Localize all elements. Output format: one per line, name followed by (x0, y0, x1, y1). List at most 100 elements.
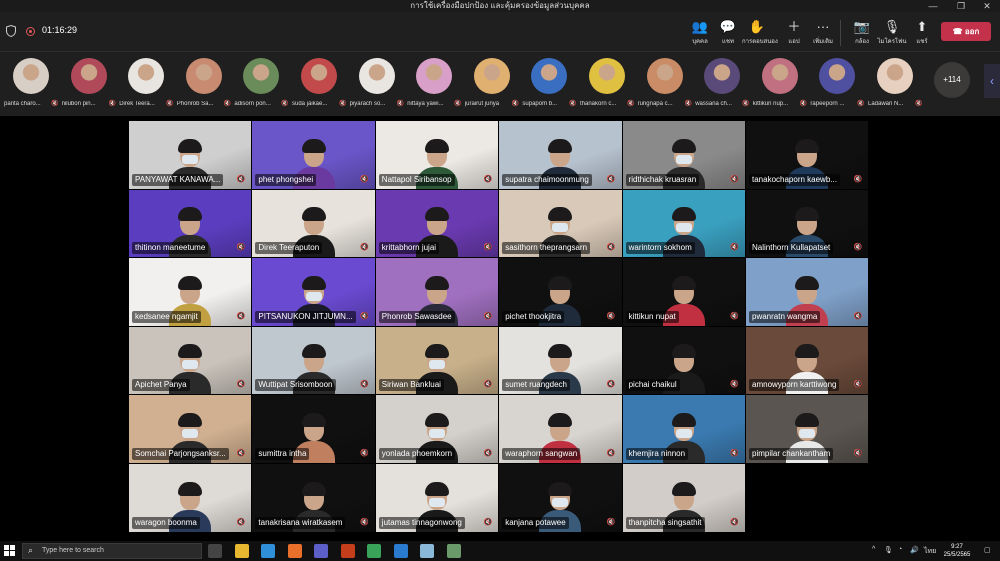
video-tile[interactable]: pichet thookjitra 🔇 (499, 258, 622, 326)
video-tile[interactable]: yonlada phoemkorn 🔇 (375, 395, 499, 463)
participant-avatar-item[interactable]: piyarach so... 🔇 (350, 58, 404, 114)
video-tile[interactable]: sumittra intha 🔇 (252, 395, 375, 463)
mic-muted-icon: 🔇 (799, 101, 808, 107)
toolbar-button-7[interactable]: ⬆ แชร์ (907, 18, 937, 48)
toolbar-button-3[interactable]: ＋ แอป (779, 18, 809, 48)
video-tile[interactable]: khemjira ninnon 🔇 (622, 395, 745, 463)
participant-avatar-item[interactable]: thanakorn c... 🔇 (580, 58, 634, 114)
windows-start-icon[interactable] (4, 545, 16, 557)
tray-mic-icon[interactable]: 🎙 (884, 546, 893, 554)
video-tile[interactable]: krittabhorn jujai 🔇 (375, 189, 499, 258)
video-tile[interactable]: Nattapol Siribansop 🔇 (375, 121, 499, 189)
video-tile[interactable]: kanjana potawee 🔇 (499, 464, 622, 532)
video-tile[interactable]: Direk Teeraputon 🔇 (252, 189, 375, 258)
video-tile[interactable]: Somchai Parjongsanksr... 🔇 (129, 395, 252, 463)
video-tile[interactable]: waraphorn sangwan 🔇 (499, 395, 622, 463)
notifications-icon[interactable]: ▢ (984, 546, 991, 554)
participant-avatar-item[interactable]: rapeeporn ... 🔇 (810, 58, 865, 114)
video-tile[interactable]: sumet ruangdech 🔇 (499, 326, 622, 395)
participant-name: Ladawan N... (868, 101, 904, 107)
video-tile[interactable]: amnowyporn karttiwong 🔇 (746, 326, 869, 395)
video-tile[interactable]: Apichet Panya 🔇 (129, 326, 252, 395)
participant-name-label: pimpilar chankantham (749, 447, 834, 460)
tray-chevron-icon[interactable]: ^ (872, 546, 875, 553)
video-tile[interactable]: warintorn sokhom 🔇 (622, 189, 745, 258)
video-tile[interactable]: sasithorn theprangsarn 🔇 (499, 189, 622, 258)
participant-avatar-item[interactable]: Direk Teera... 🔇 (119, 58, 174, 114)
toolbar-button-5[interactable]: 📷 กล้อง (847, 18, 877, 48)
participant-avatar-item[interactable]: Phonrob Sa... 🔇 (177, 58, 231, 114)
participant-avatar-item[interactable]: nilubon pin... 🔇 (62, 58, 116, 114)
tray-language[interactable]: ไทย (924, 546, 936, 557)
video-tile[interactable]: tanakochaporn kaewb... 🔇 (746, 121, 869, 189)
toolbar-button-1[interactable]: 💬 แชท (713, 18, 743, 48)
toolbar-button-4[interactable]: ··· เพิ่มเติม (808, 18, 838, 48)
more-participants-button[interactable]: +114 (934, 62, 970, 98)
leave-button[interactable]: ☎ ออก (941, 22, 991, 41)
toolbar-button-0[interactable]: 👥 บุคคล (685, 18, 715, 48)
video-tile[interactable]: phet phongshei 🔇 (252, 121, 375, 189)
minimize-button[interactable]: — (922, 0, 944, 12)
file-explorer-icon[interactable] (234, 544, 249, 558)
video-tile[interactable]: tanakrisana wiratkasem 🔇 (252, 464, 375, 532)
participant-name-label: PITSANUKON JITJUMN... (255, 310, 356, 323)
chevron-left-icon[interactable]: ‹ (984, 64, 1000, 98)
participant-name: Direk Teera... (119, 101, 155, 107)
video-tile[interactable]: pimpilar chankantham 🔇 (746, 395, 869, 463)
close-button[interactable]: ✕ (976, 0, 998, 12)
participant-avatar-item[interactable]: kittikun nup... 🔇 (753, 58, 807, 114)
participant-name-label: waragon boonma (132, 516, 200, 529)
window-title: การใช้เครื่องมือปกป้อง และคุ้มครองข้อมูล… (410, 1, 590, 10)
participant-avatar-item[interactable]: parita charo... 🔇 (4, 58, 58, 114)
tray-volume-icon[interactable]: 🔊 (910, 546, 919, 554)
participant-avatar-item[interactable]: Ladawan N... 🔇 (868, 58, 922, 114)
video-tile[interactable]: kedsanee ngamjit 🔇 (129, 258, 252, 326)
video-tile[interactable]: Siriwan Bankluai 🔇 (375, 326, 499, 395)
video-tile[interactable]: thanpitcha singsathit 🔇 (622, 464, 745, 532)
mic-muted-icon: 🔇 (396, 101, 405, 107)
mic-muted-icon: 🔇 (730, 381, 739, 389)
video-tile[interactable]: PITSANUKON JITJUMN... 🔇 (252, 258, 375, 326)
participant-avatar-item[interactable]: rungnapa c... 🔇 (638, 58, 692, 114)
video-tile[interactable]: pichai chaikul 🔇 (622, 326, 745, 395)
teams-icon[interactable] (314, 544, 328, 558)
video-tile[interactable]: kittikun nupat 🔇 (622, 258, 745, 326)
mic-muted-icon: 🔇 (606, 312, 616, 320)
toolbar-button-2[interactable]: ✋ การตอบสนอง (742, 18, 778, 48)
participant-avatar-item[interactable]: supapom b... 🔇 (522, 58, 577, 114)
mic-muted-icon: 🔇 (730, 244, 739, 252)
participant-avatar-item[interactable]: suda jaikae... 🔇 (292, 58, 346, 114)
task-view-icon[interactable] (208, 544, 222, 558)
tray-network-icon[interactable]: ◔ (898, 546, 902, 553)
powerpoint-icon[interactable] (340, 544, 355, 558)
participant-name: thanakorn c... (580, 101, 617, 107)
taskbar-search-input[interactable]: ⌕ Type here to search (22, 543, 202, 559)
edge-icon[interactable] (261, 544, 275, 558)
video-tile[interactable]: ridthichak kruasran 🔇 (622, 121, 745, 189)
participant-avatar-item[interactable]: nittaya yawi... 🔇 (407, 58, 462, 114)
video-tile[interactable]: supatra chaimoonmung 🔇 (499, 121, 622, 189)
toolbar-button-label: แชท (722, 39, 734, 45)
video-tile[interactable]: PANYAWAT KANAWA... 🔇 (129, 121, 252, 189)
video-tile[interactable]: thitinon maneetume 🔇 (129, 189, 252, 258)
toolbar-button-6[interactable]: 🎙 ไมโครโฟน (877, 18, 907, 48)
app2-icon[interactable] (446, 544, 461, 558)
clock-time: 9:27 (951, 544, 963, 550)
chrome-icon[interactable] (367, 544, 381, 558)
firefox-icon[interactable] (287, 544, 302, 558)
taskbar-clock[interactable]: 9:27 25/5/2565 (940, 543, 974, 559)
app-icon[interactable] (420, 544, 434, 558)
photos-icon[interactable] (393, 544, 408, 558)
video-tile[interactable]: Nalinthorn Kullapatset 🔇 (746, 189, 869, 258)
video-tile[interactable]: waragon boonma 🔇 (129, 464, 252, 532)
restore-button[interactable]: ❐ (950, 0, 972, 12)
participant-avatar-item[interactable]: adisorn pon... 🔇 (234, 58, 289, 114)
video-tile[interactable]: Phonrob Sawasdee 🔇 (375, 258, 499, 326)
participant-avatar-item[interactable]: wassana ch... 🔇 (695, 58, 750, 114)
video-tile[interactable]: jutamas tinnagonwong 🔇 (375, 464, 499, 532)
participant-avatar-item[interactable]: jurairut junya 🔇 (465, 58, 519, 114)
video-tile[interactable]: pwanratn wangma 🔇 (746, 258, 869, 326)
video-tile[interactable]: Wuttipat Srisomboon 🔇 (252, 326, 375, 395)
mic-muted-icon: 🔇 (606, 244, 616, 252)
avatar (646, 58, 683, 94)
